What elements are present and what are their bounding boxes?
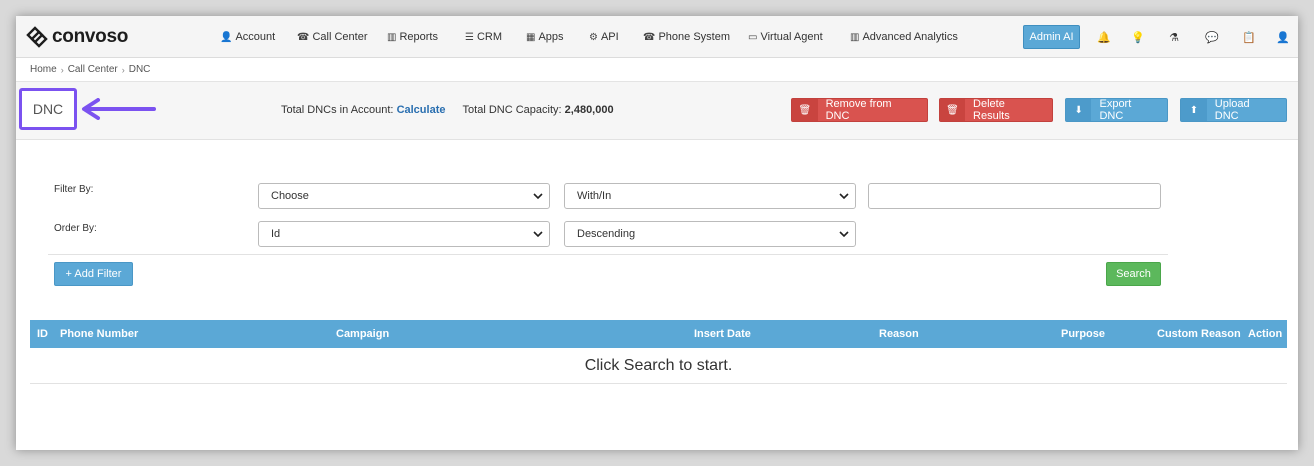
upload-dnc-label: Upload DNC (1214, 98, 1250, 122)
phone-icon: ☎ (297, 31, 310, 43)
user-icon: 👤 (220, 31, 233, 43)
breadcrumb-dnc: DNC (128, 64, 151, 75)
nav-advanced-analytics[interactable]: ▥ Advanced Analytics (850, 16, 958, 58)
phone-icon: ☎ (643, 31, 656, 43)
capacity-value: 2,480,000 (564, 104, 614, 116)
nav-api[interactable]: ⚙ API (589, 16, 619, 58)
arrow-left-icon (82, 98, 156, 120)
export-dnc-label: Export DNC (1099, 98, 1132, 122)
nav-virtual-agent[interactable]: ▭ Virtual Agent (748, 16, 823, 58)
delete-results-button[interactable]: 🗑 Delete Results (939, 98, 1053, 122)
user-menu-icon[interactable]: 👤 (1275, 29, 1291, 45)
order-field-select[interactable]: Id (258, 221, 550, 247)
column-custom-reason[interactable]: Custom Reason (1157, 320, 1241, 348)
page-title: DNC (19, 88, 77, 130)
column-insert-date[interactable]: Insert Date (694, 320, 751, 348)
filter-by-label: Filter By: (54, 184, 94, 195)
chevron-down-icon (533, 193, 543, 200)
gear-icon: ⚙ (589, 31, 598, 43)
filter-divider (48, 254, 1168, 255)
breadcrumb: Home › Call Center › DNC (16, 58, 1298, 82)
list-icon: ☰ (465, 31, 474, 43)
table-empty-message: Click Search to start. (30, 348, 1287, 384)
brand-logo[interactable]: convoso (26, 26, 128, 48)
bell-icon[interactable]: 🔔 (1096, 29, 1112, 45)
delete-results-label: Delete Results (973, 98, 1010, 122)
dnc-totals: Total DNCs in Account: Calculate Total D… (281, 104, 614, 116)
flask-icon[interactable]: ⚗ (1166, 29, 1182, 45)
nav-crm-label: CRM (476, 31, 503, 43)
bar-chart-icon: ▥ (387, 31, 397, 43)
nav-call-center-label: Call Center (312, 31, 368, 43)
trash-icon: 🗑 (940, 99, 966, 121)
app-window: convoso 👤 Account ☎ Call Center ▥ Report… (16, 16, 1298, 450)
monitor-icon: ▭ (748, 31, 758, 43)
dnc-table-header: ID Phone Number Campaign Insert Date Rea… (30, 320, 1287, 348)
order-by-label: Order By: (54, 223, 97, 234)
search-button[interactable]: Search (1106, 262, 1161, 286)
nav-apps-label: Apps (538, 31, 564, 43)
remove-from-dnc-label: Remove from DNC (825, 98, 892, 122)
column-reason[interactable]: Reason (879, 320, 919, 348)
nav-crm[interactable]: ☰ CRM (465, 16, 502, 58)
nav-account[interactable]: 👤 Account (220, 16, 275, 58)
nav-virtual-agent-label: Virtual Agent (760, 31, 823, 43)
column-campaign[interactable]: Campaign (336, 320, 389, 348)
order-direction-value: Descending (577, 228, 636, 240)
order-field-value: Id (271, 228, 281, 240)
nav-apps[interactable]: ▦ Apps (526, 16, 564, 58)
filter-operator-select[interactable]: With/In (564, 183, 856, 209)
lightbulb-icon[interactable]: 💡 (1130, 29, 1146, 45)
calculate-link[interactable]: Calculate (397, 104, 446, 116)
clipboard-icon[interactable]: 📋 (1241, 29, 1257, 45)
chevron-down-icon (839, 231, 849, 238)
chevron-down-icon (533, 231, 543, 238)
grid-icon: ▦ (526, 31, 536, 43)
top-navbar: convoso 👤 Account ☎ Call Center ▥ Report… (16, 16, 1298, 58)
breadcrumb-call-center[interactable]: Call Center (68, 64, 118, 75)
comment-icon[interactable]: 💬 (1204, 29, 1220, 45)
order-direction-select[interactable]: Descending (564, 221, 856, 247)
column-id[interactable]: ID (37, 320, 48, 348)
brand-name: convoso (52, 26, 129, 47)
nav-phone-system-label: Phone System (658, 31, 731, 43)
download-icon: ⬇ (1066, 99, 1092, 121)
column-action: Action (1248, 328, 1283, 340)
page-header: DNC Total DNCs in Account: Calculate Tot… (16, 82, 1298, 140)
nav-call-center[interactable]: ☎ Call Center (297, 16, 368, 58)
column-phone-number[interactable]: Phone Number (60, 320, 138, 348)
nav-reports[interactable]: ▥ Reports (387, 16, 438, 58)
filter-field-value: Choose (271, 190, 309, 202)
nav-reports-label: Reports (399, 31, 438, 43)
bar-chart-icon: ▥ (850, 31, 860, 43)
filter-operator-value: With/In (577, 190, 612, 202)
nav-phone-system[interactable]: ☎ Phone System (643, 16, 730, 58)
upload-dnc-button[interactable]: ⬆ Upload DNC (1180, 98, 1287, 122)
nav-api-label: API (600, 31, 619, 43)
filter-field-select[interactable]: Choose (258, 183, 550, 209)
chevron-right-icon: › (60, 64, 64, 75)
breadcrumb-home[interactable]: Home (30, 64, 57, 75)
upload-icon: ⬆ (1181, 99, 1207, 121)
chevron-down-icon (839, 193, 849, 200)
remove-from-dnc-button[interactable]: 🗑 Remove from DNC (791, 98, 928, 122)
column-purpose[interactable]: Purpose (1061, 320, 1105, 348)
total-dncs-label: Total DNCs in Account: (281, 104, 394, 116)
admin-ai-button[interactable]: Admin AI (1023, 25, 1080, 49)
convoso-logo-icon (26, 26, 48, 48)
export-dnc-button[interactable]: ⬇ Export DNC (1065, 98, 1168, 122)
chevron-right-icon: › (121, 64, 125, 75)
add-filter-button[interactable]: + Add Filter (54, 262, 133, 286)
filter-value-input[interactable] (868, 183, 1161, 209)
capacity-label: Total DNC Capacity: (462, 104, 562, 116)
trash-icon: 🗑 (792, 99, 818, 121)
nav-account-label: Account (235, 31, 276, 43)
nav-advanced-analytics-label: Advanced Analytics (862, 31, 958, 43)
